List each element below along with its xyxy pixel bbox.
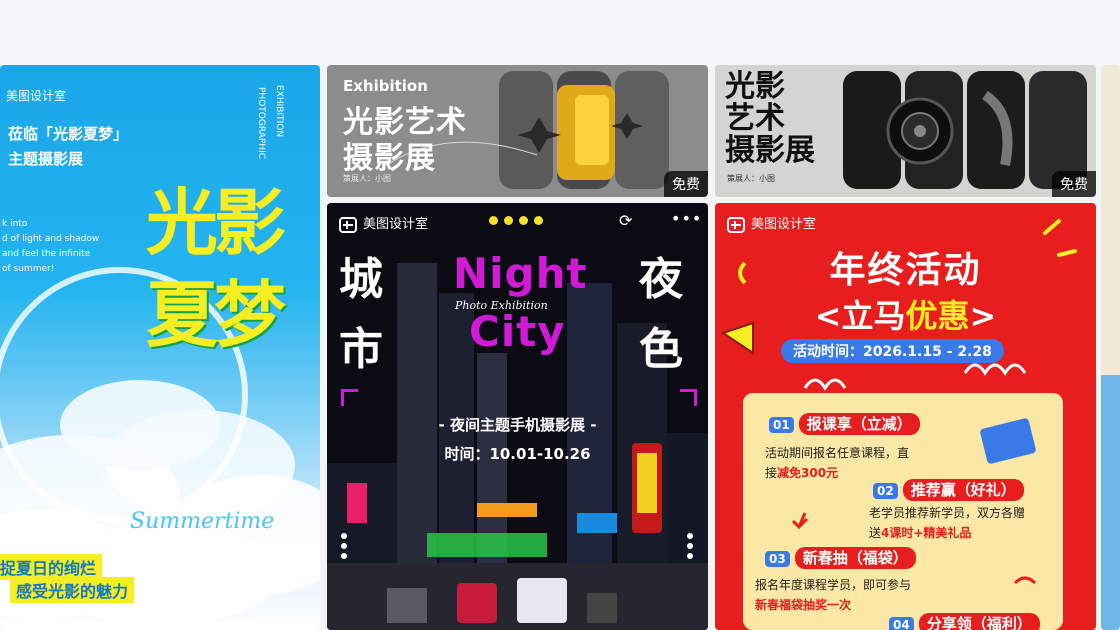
template-card-partial[interactable] [1101, 65, 1120, 630]
item-body-line: 新春福袋抽奖一次 [755, 595, 975, 615]
item-number: 02 [873, 483, 898, 499]
template-card-camera-exhibition[interactable]: 光影 艺术 摄影展 策展人：小图 免费 [715, 65, 1096, 197]
activity-date: 活动时间：2026.1.15 - 2.28 [781, 339, 1004, 363]
moon-icon [504, 216, 513, 225]
dot [341, 553, 347, 559]
english-line: k into [2, 219, 28, 229]
title-line-1: 光影 [146, 181, 286, 265]
promo-title: 年终活动 [829, 250, 982, 291]
script-summertime: Summertime [130, 509, 275, 534]
item-number: 01 [769, 417, 794, 433]
moon-icon [489, 216, 498, 225]
label-exhibition: Exhibition [343, 77, 428, 95]
refresh-icon: ⟳ [619, 211, 633, 230]
left-char-1: 城 [339, 254, 383, 305]
moon-icon [534, 216, 543, 225]
english-line: of summer! [2, 264, 55, 274]
promo-item-4: 04 分享领（福利） [889, 613, 1040, 630]
template-card-summer-dream[interactable]: 美图设计室 莅临「光影夏梦」 主题摄影展 EXHIBITION PHOTOGRA… [0, 65, 320, 630]
item-body-line: 报名年度课程学员，即可参与 [755, 578, 912, 592]
brand-text: 美图设计室 [751, 217, 817, 232]
brand-logo-icon [339, 216, 357, 233]
english-line: d of light and shadow [2, 234, 100, 244]
item-body-text: 接 [765, 466, 778, 480]
left-char-2: 市 [339, 324, 383, 375]
time-text: 时间：10.01-10.26 [444, 445, 591, 463]
title-night: Night [453, 249, 588, 298]
subtitle-suffix: > [969, 297, 997, 335]
dot [341, 533, 347, 539]
item-body-line: 送4课时+精美礼品 [869, 523, 1089, 543]
item-heading: 报课享（立减） [798, 413, 920, 435]
corner-bracket [680, 389, 697, 406]
template-card-night-city[interactable]: 美图设计室 ⟳ ••• 城 市 夜 色 Night City Photo Exh… [327, 203, 708, 630]
side-text-photographic: PHOTOGRAPHIC [256, 87, 266, 160]
title-line-3: 摄影展 [725, 133, 815, 168]
item-heading: 推荐赢（好礼） [902, 479, 1024, 501]
promo-item-2-body: 老学员推荐新学员，双方各赠 送4课时+精美礼品 [869, 503, 1089, 543]
subtitle: - 夜间主题手机摄影展 - [438, 416, 597, 434]
corner-bracket [341, 389, 358, 406]
more-icon: ••• [671, 209, 703, 228]
moon-icon [519, 216, 528, 225]
right-char-2: 色 [639, 324, 683, 375]
promo-item-3-body: 报名年度课程学员，即可参与 新春福袋抽奖一次 [755, 575, 975, 615]
english-paragraph: k into d of light and shadow and feel th… [2, 217, 99, 277]
moon-phase-icons [489, 216, 543, 225]
tagline-line-1: 莅临「光影夏梦」 [8, 125, 129, 143]
item-body-line: 活动期间报名任意课程，直 [765, 446, 910, 460]
bottom-caption-2: 感受光影的魅力 [10, 577, 135, 603]
item-number: 03 [765, 551, 790, 567]
subtitle-prefix: <立马 [814, 297, 906, 335]
dot [687, 553, 693, 559]
promo-item-2: 02 推荐赢（好礼） [873, 479, 1024, 501]
title-line-2: 艺术 [725, 101, 785, 136]
tagline-line-2: 主题摄影展 [8, 150, 84, 168]
free-badge: 免费 [664, 171, 708, 197]
item-body-highlight: 减免300元 [777, 466, 839, 480]
side-text-exhibition: EXHIBITION [274, 85, 284, 138]
brand-label: 美图设计室 [6, 89, 67, 103]
dots-left [341, 533, 347, 559]
dot [687, 533, 693, 539]
item-body-text: 送 [869, 526, 882, 540]
promo-item-3: 03 新春抽（福袋） [765, 547, 916, 569]
title-line-1: 光影 [725, 69, 785, 104]
title-line-2: 夏梦 [146, 273, 286, 357]
partial-artwork [1101, 375, 1120, 630]
item-number: 04 [889, 617, 914, 630]
planner-text: 策展人：小图 [727, 174, 775, 183]
right-char-1: 夜 [639, 254, 683, 305]
item-heading: 新春抽（福袋） [794, 547, 916, 569]
promo-item-1: 01 报课享（立减） [769, 413, 920, 435]
item-body-highlight: 新春福袋抽奖一次 [755, 598, 852, 612]
item-body-line: 老学员推荐新学员，双方各赠 [869, 506, 1026, 520]
brand-logo-icon [727, 216, 745, 233]
dot [687, 543, 693, 549]
brand-text: 美图设计室 [363, 217, 429, 232]
title-city: City [469, 307, 566, 356]
free-badge: 免费 [1052, 171, 1096, 197]
template-card-year-end-promo[interactable]: 美图设计室 年终活动 <立马优惠> 活动时间：2026.1.15 - 2.28 … [715, 203, 1096, 630]
item-body-highlight: 4课时+精美礼品 [881, 526, 972, 540]
promo-subtitle: <立马优惠> [715, 291, 1096, 337]
template-card-light-art-exhibition[interactable]: Exhibition 光影艺术 摄影展 策展人：小图 免费 [327, 65, 708, 197]
subtitle-highlight: 优惠 [905, 297, 970, 335]
brand-label: 美图设计室 [727, 213, 816, 233]
dots-right [687, 533, 693, 559]
title-line-2: 摄影展 [343, 141, 436, 176]
brand-label: 美图设计室 [339, 213, 428, 233]
item-heading: 分享领（福利） [918, 613, 1040, 630]
planner-text: 策展人：小图 [343, 174, 391, 183]
dot [341, 543, 347, 549]
script-photo-exhibition: Photo Exhibition [455, 299, 548, 312]
promo-item-1-body: 活动期间报名任意课程，直 接减免300元 [765, 443, 965, 483]
english-line: and feel the infinite [2, 249, 91, 259]
